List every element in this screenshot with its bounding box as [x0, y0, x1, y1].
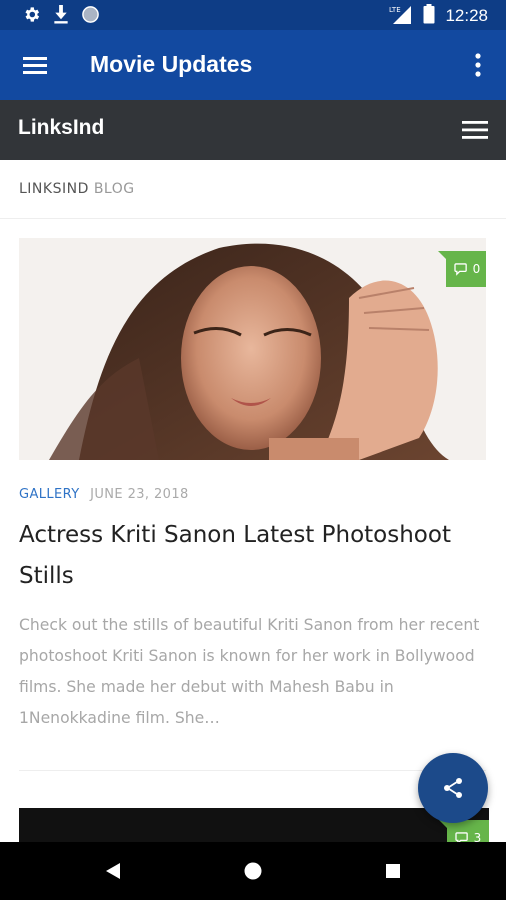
app-bar: Movie Updates [0, 30, 506, 100]
post-meta: GALLERY JUNE 23, 2018 [19, 487, 189, 502]
recents-icon[interactable] [379, 857, 407, 885]
system-nav-bar [0, 842, 506, 900]
blog-header: LINKSIND BLOG [0, 160, 506, 219]
more-vert-icon[interactable] [468, 51, 488, 79]
status-bar: LTE 12:28 [0, 0, 506, 30]
app-title: Movie Updates [90, 51, 253, 77]
hamburger-icon[interactable] [22, 53, 48, 77]
lte-signal-icon: LTE [389, 4, 413, 28]
post-excerpt: Check out the stills of beautiful Kriti … [19, 616, 480, 727]
home-icon[interactable] [239, 857, 267, 885]
post-featured-image[interactable]: 0 [19, 238, 486, 460]
settings-icon [22, 5, 41, 28]
post-category-link[interactable]: GALLERY [19, 487, 80, 502]
comment-count: 0 [472, 262, 481, 276]
battery-icon [423, 4, 435, 28]
blog-breadcrumb-secondary: BLOG [93, 181, 135, 197]
comment-icon [454, 262, 467, 276]
blog-breadcrumb-primary: LINKSIND [19, 181, 89, 197]
share-icon [444, 778, 462, 798]
site-menu-icon[interactable] [462, 119, 488, 141]
svg-text:LTE: LTE [389, 6, 401, 14]
post-date: JUNE 23, 2018 [90, 487, 189, 502]
status-time: 12:28 [445, 6, 488, 25]
site-brand[interactable]: LinksInd [18, 116, 104, 140]
site-header: LinksInd [0, 100, 506, 160]
post-divider [19, 770, 486, 771]
comment-count-badge[interactable]: 0 [438, 251, 486, 287]
circle-icon [81, 5, 100, 28]
back-icon[interactable] [99, 857, 127, 885]
download-icon [53, 5, 69, 28]
blog-breadcrumb: LINKSIND BLOG [19, 181, 135, 197]
post-title[interactable]: Actress Kriti Sanon Latest Photoshoot St… [19, 515, 489, 597]
share-button[interactable] [418, 753, 488, 823]
